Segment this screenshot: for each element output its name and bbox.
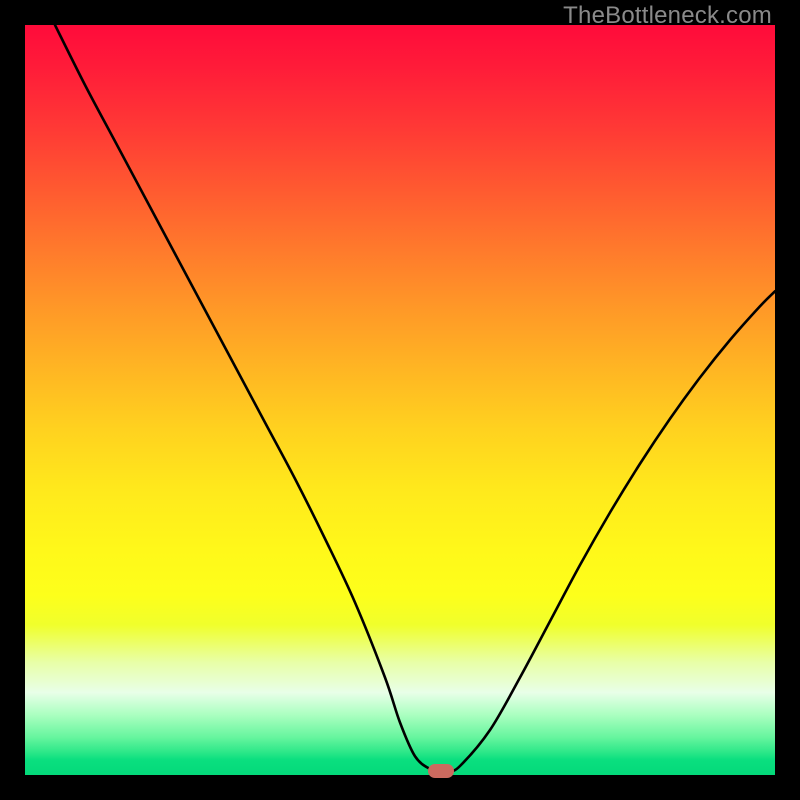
- minimum-marker: [428, 764, 454, 778]
- plot-area: [25, 25, 775, 775]
- watermark-text: TheBottleneck.com: [563, 2, 772, 30]
- bottleneck-curve: [25, 25, 775, 775]
- chart-frame: TheBottleneck.com: [0, 0, 800, 800]
